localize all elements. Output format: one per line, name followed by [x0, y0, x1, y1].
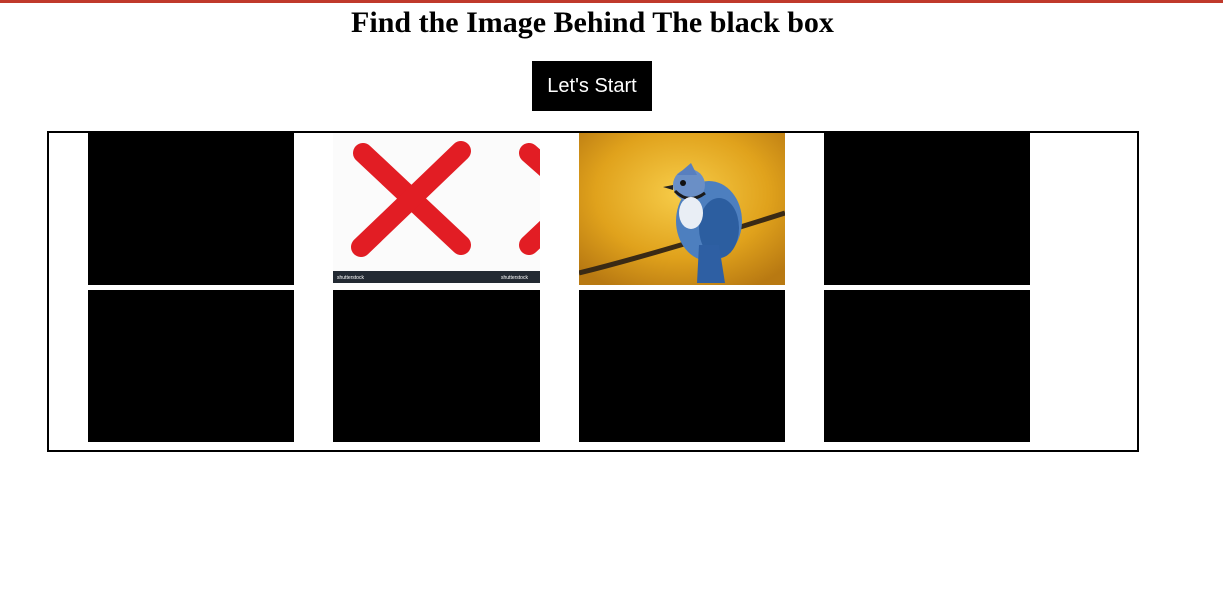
- card-8-hidden[interactable]: [824, 290, 1030, 442]
- watermark-right: shutterstock: [501, 275, 528, 281]
- blue-jay-image: [579, 133, 785, 285]
- card-1-hidden[interactable]: [88, 133, 294, 285]
- start-button[interactable]: Let's Start: [532, 61, 652, 111]
- game-board: shutterstock shutterstock: [47, 131, 1139, 452]
- card-2-revealed[interactable]: shutterstock shutterstock: [333, 133, 540, 283]
- card-6-hidden[interactable]: [333, 290, 540, 442]
- top-accent-bar: [0, 0, 1223, 3]
- card-3-revealed[interactable]: [579, 133, 785, 285]
- watermark-left: shutterstock: [337, 275, 364, 281]
- card-4-hidden[interactable]: [824, 133, 1030, 285]
- page-title: Find the Image Behind The black box: [351, 6, 834, 39]
- red-x-image: shutterstock shutterstock: [333, 133, 540, 283]
- card-7-hidden[interactable]: [579, 290, 785, 442]
- card-5-hidden[interactable]: [88, 290, 294, 442]
